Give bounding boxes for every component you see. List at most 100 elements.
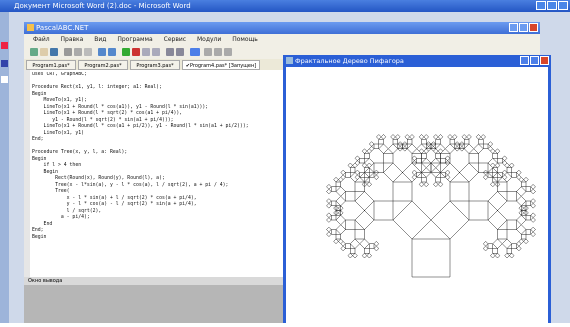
window-icon[interactable] [190,48,200,56]
minimize-icon[interactable] [520,56,529,65]
close-icon[interactable] [558,1,568,10]
tree-square [521,234,527,240]
tree-square [345,172,351,178]
word-sidebar [0,12,9,323]
tree-square [482,245,489,252]
tree-square [369,243,375,249]
tree-square [494,162,501,169]
fractal-title-bar: Фрактальное Дерево Пифагора [283,55,551,67]
tree-square [530,184,536,190]
tab-program4[interactable]: ✔Program4.pas* [Запущен] [182,60,260,70]
tree-square [352,252,358,259]
new-file-icon[interactable] [30,48,38,56]
tree-square [366,181,372,188]
tree-square [433,134,439,140]
tree-square [492,153,498,159]
close-icon[interactable] [540,56,549,65]
tab-program1[interactable]: Program1.pas* [26,60,76,70]
tree-square [326,188,332,195]
tree-square [518,176,524,183]
word-sidebar-icon[interactable] [1,60,8,67]
tree-square [433,148,439,154]
word-sidebar-icon[interactable] [1,42,8,49]
output-panel[interactable] [24,285,284,323]
tree-square [354,191,375,211]
menu-item-edit[interactable]: Правка [61,36,84,43]
menu-item-file[interactable]: Файл [33,36,50,43]
copy-icon[interactable] [74,48,82,56]
open-folder-icon[interactable] [40,48,48,56]
tree-square [487,210,508,230]
tree-square [392,181,413,202]
tree-square [501,169,508,176]
tree-square [354,160,361,166]
menu-item-help[interactable]: Помощь [232,36,258,43]
redo-icon[interactable] [108,48,116,56]
save-icon[interactable] [50,48,58,56]
tree-square [378,143,389,154]
tree-square [530,188,536,195]
tree-square [383,162,403,183]
tree-square [511,172,517,178]
close-icon[interactable] [529,23,538,32]
tree-square [506,248,512,254]
tree-square [354,169,361,176]
tree-square [516,169,522,176]
tree-square [335,224,346,235]
code-editor[interactable]: uses CRT, GraphABC; Procedure Rect(x1, y… [32,72,288,292]
cut-icon[interactable] [64,48,72,56]
options-icon[interactable] [204,48,212,56]
paste-icon[interactable] [84,48,92,56]
compile-icon[interactable] [166,48,174,56]
menu-item-modules[interactable]: Модули [197,36,221,43]
tree-square [506,191,517,202]
tree-square [409,134,415,140]
tree-square [440,158,446,164]
debug-icon[interactable] [176,48,184,56]
tree-square [345,191,356,202]
tree-square [530,198,536,204]
tree-square [487,141,494,147]
menu-item-program[interactable]: Программа [117,36,152,43]
stop-icon[interactable] [132,48,140,56]
minimize-icon[interactable] [536,1,546,10]
tree-square [468,200,489,221]
tree-square [392,200,432,240]
app-icon [286,57,293,64]
maximize-icon[interactable] [519,23,528,32]
tree-square [525,186,531,192]
tree-square [509,162,515,169]
tree-square [335,234,341,240]
menu-item-view[interactable]: Вид [94,36,106,43]
tree-square [478,139,484,145]
options-icon[interactable] [214,48,222,56]
options-icon[interactable] [224,48,232,56]
tree-square [347,162,353,169]
tree-square [523,176,529,183]
menu-item-service[interactable]: Сервис [164,36,186,43]
output-panel-header: Окно вывода [24,277,284,285]
run-icon[interactable] [122,48,130,56]
tree-square [516,224,527,235]
tree-square [421,139,427,145]
tree-square [421,177,427,183]
tree-square [521,181,527,187]
step-icon[interactable] [142,48,150,56]
word-sidebar-icon[interactable] [1,76,8,83]
minimize-icon[interactable] [509,23,518,32]
step-over-icon[interactable] [152,48,160,56]
maximize-icon[interactable] [530,56,539,65]
tree-square [509,252,515,259]
maximize-icon[interactable] [547,1,557,10]
tree-square [347,252,353,259]
tree-square [466,134,472,140]
tree-square [523,238,529,245]
tab-program2[interactable]: Program2.pas* [78,60,128,70]
tree-square [421,153,427,159]
tab-program3[interactable]: Program3.pas* [130,60,180,70]
tree-square [516,186,527,197]
undo-icon[interactable] [98,48,106,56]
tree-square [326,231,332,237]
tree-square [331,215,337,221]
tree-square [459,162,479,183]
